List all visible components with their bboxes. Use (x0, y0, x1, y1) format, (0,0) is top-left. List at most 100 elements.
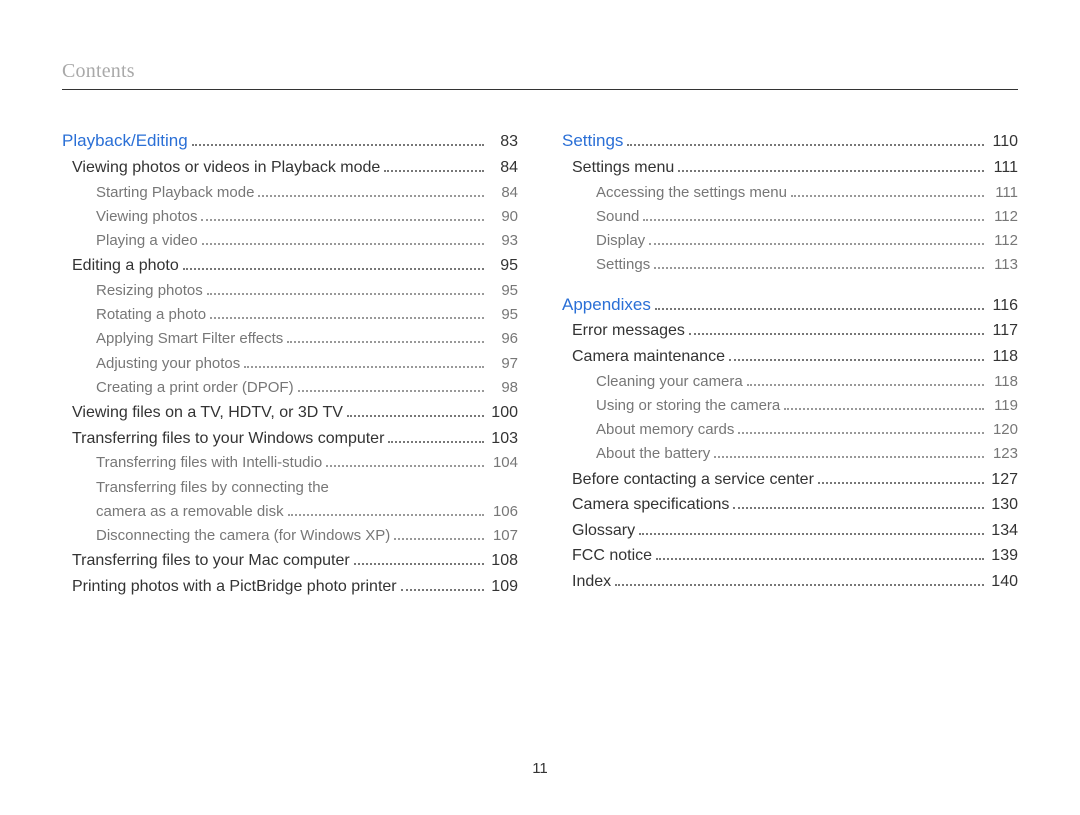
toc-entry-page: 100 (488, 402, 518, 424)
toc-entry-title: FCC notice (562, 545, 652, 567)
toc-entry-page: 110 (988, 131, 1018, 153)
toc-entry-page: 134 (988, 520, 1018, 542)
toc-entry-page: 139 (988, 545, 1018, 567)
toc-leader-dots (627, 134, 984, 146)
toc-entry-title: Cleaning your camera (562, 372, 743, 392)
toc-entry-page: 120 (988, 420, 1018, 440)
toc-leader-dots (394, 529, 484, 540)
toc-leader-dots (183, 259, 484, 271)
toc-entry-title: About memory cards (562, 420, 734, 440)
toc-leader-dots (298, 381, 484, 392)
toc-leader-dots (201, 210, 484, 221)
toc-entry-title: Viewing files on a TV, HDTV, or 3D TV (62, 402, 343, 424)
toc-entry-title: Using or storing the camera (562, 396, 780, 416)
toc-entry[interactable]: Display112 (562, 231, 1018, 251)
toc-entry-title: Playing a video (62, 231, 198, 251)
toc-entry[interactable]: Transferring files by connecting the (62, 478, 518, 498)
toc-entry-title: Disconnecting the camera (for Windows XP… (62, 526, 390, 546)
toc-entry[interactable]: Adjusting your photos97 (62, 354, 518, 374)
toc-entry[interactable]: Viewing photos90 (62, 207, 518, 227)
toc-entry-page: 107 (488, 526, 518, 546)
toc-columns: Playback/Editing83 Viewing photos or vide… (62, 130, 1018, 602)
toc-entry[interactable]: Creating a print order (DPOF)98 (62, 378, 518, 398)
toc-entry-title: Display (562, 231, 645, 251)
toc-leader-dots (729, 349, 984, 361)
toc-entry[interactable]: Transferring files with Intelli-studio10… (62, 453, 518, 473)
toc-entry-title: Rotating a photo (62, 305, 206, 325)
toc-entry[interactable]: Accessing the settings menu111 (562, 183, 1018, 203)
toc-entry-page: 118 (988, 372, 1018, 392)
toc-entry-title: Before contacting a service center (562, 469, 814, 491)
toc-entry-title: Sound (562, 207, 639, 227)
toc-entry[interactable]: Playing a video93 (62, 231, 518, 251)
toc-leader-dots (354, 554, 484, 566)
toc-entry-title: Settings (562, 130, 623, 153)
page-number: 11 (0, 760, 1080, 777)
toc-entry[interactable]: Appendixes116 (562, 294, 1018, 317)
toc-leader-dots (738, 423, 984, 434)
toc-entry[interactable]: camera as a removable disk106 (62, 502, 518, 522)
toc-entry-page: 111 (988, 157, 1018, 179)
toc-entry-title: Playback/Editing (62, 130, 188, 153)
toc-entry-title: Starting Playback mode (62, 183, 254, 203)
toc-leader-dots (207, 284, 484, 295)
toc-leader-dots (714, 447, 984, 458)
toc-entry[interactable]: Cleaning your camera 118 (562, 372, 1018, 392)
toc-entry-title: Error messages (562, 320, 685, 342)
toc-entry[interactable]: Resizing photos95 (62, 281, 518, 301)
toc-entry[interactable]: Settings menu111 (562, 157, 1018, 179)
toc-entry[interactable]: Error messages 117 (562, 320, 1018, 342)
toc-leader-dots (747, 375, 984, 386)
toc-entry[interactable]: About memory cards 120 (562, 420, 1018, 440)
toc-entry-title: Resizing photos (62, 281, 203, 301)
toc-leader-dots (210, 308, 484, 319)
toc-entry[interactable]: Sound112 (562, 207, 1018, 227)
toc-entry[interactable]: Camera specifications 130 (562, 494, 1018, 516)
toc-leader-dots (678, 160, 984, 172)
toc-entry-page: 116 (988, 295, 1018, 317)
toc-entry-page: 130 (988, 494, 1018, 516)
toc-entry[interactable]: Transferring files to your Mac computer1… (62, 550, 518, 572)
toc-entry-page: 97 (488, 354, 518, 374)
toc-entry-page: 103 (488, 428, 518, 450)
toc-entry[interactable]: Viewing files on a TV, HDTV, or 3D TV 100 (62, 402, 518, 424)
toc-entry[interactable]: Camera maintenance118 (562, 346, 1018, 368)
toc-entry[interactable]: Transferring files to your Windows compu… (62, 428, 518, 450)
toc-entry[interactable]: Using or storing the camera 119 (562, 396, 1018, 416)
toc-entry[interactable]: Applying Smart Filter effects96 (62, 329, 518, 349)
toc-leader-dots (655, 298, 984, 310)
toc-entry[interactable]: Editing a photo95 (62, 255, 518, 277)
toc-entry-page: 119 (988, 396, 1018, 416)
toc-leader-dots (388, 431, 484, 443)
toc-entry[interactable]: About the battery123 (562, 444, 1018, 464)
toc-leader-dots (192, 134, 484, 146)
toc-leader-dots (401, 579, 484, 591)
toc-leader-dots (689, 324, 984, 336)
toc-entry-title: camera as a removable disk (62, 502, 284, 522)
toc-entry-title: Transferring files by connecting the (62, 478, 329, 498)
toc-entry-title: Camera specifications (562, 494, 729, 516)
toc-entry-page: 118 (988, 346, 1018, 368)
toc-entry[interactable]: FCC notice 139 (562, 545, 1018, 567)
toc-entry[interactable]: Settings113 (562, 255, 1018, 275)
toc-entry[interactable]: Viewing photos or videos in Playback mod… (62, 157, 518, 179)
toc-entry-title: Settings (562, 255, 650, 275)
toc-entry[interactable]: Glossary134 (562, 520, 1018, 542)
toc-entry[interactable]: Settings 110 (562, 130, 1018, 153)
toc-entry[interactable]: Before contacting a service center127 (562, 469, 1018, 491)
toc-entry[interactable]: Printing photos with a PictBridge photo … (62, 576, 518, 598)
toc-entry-page: 108 (488, 550, 518, 572)
toc-leader-dots (258, 186, 484, 197)
toc-entry[interactable]: Disconnecting the camera (for Windows XP… (62, 526, 518, 546)
toc-entry[interactable]: Index140 (562, 571, 1018, 593)
toc-leader-dots (287, 332, 484, 343)
toc-entry-page: 117 (988, 320, 1018, 342)
toc-entry-page: 95 (488, 305, 518, 325)
toc-leader-dots (791, 186, 984, 197)
toc-leader-dots (654, 258, 984, 269)
toc-entry[interactable]: Playback/Editing83 (62, 130, 518, 153)
toc-column-right: Settings 110 Settings menu111 Accessing the… (562, 130, 1018, 602)
toc-entry[interactable]: Starting Playback mode84 (62, 183, 518, 203)
toc-entry[interactable]: Rotating a photo 95 (62, 305, 518, 325)
title-underline (62, 89, 1018, 90)
